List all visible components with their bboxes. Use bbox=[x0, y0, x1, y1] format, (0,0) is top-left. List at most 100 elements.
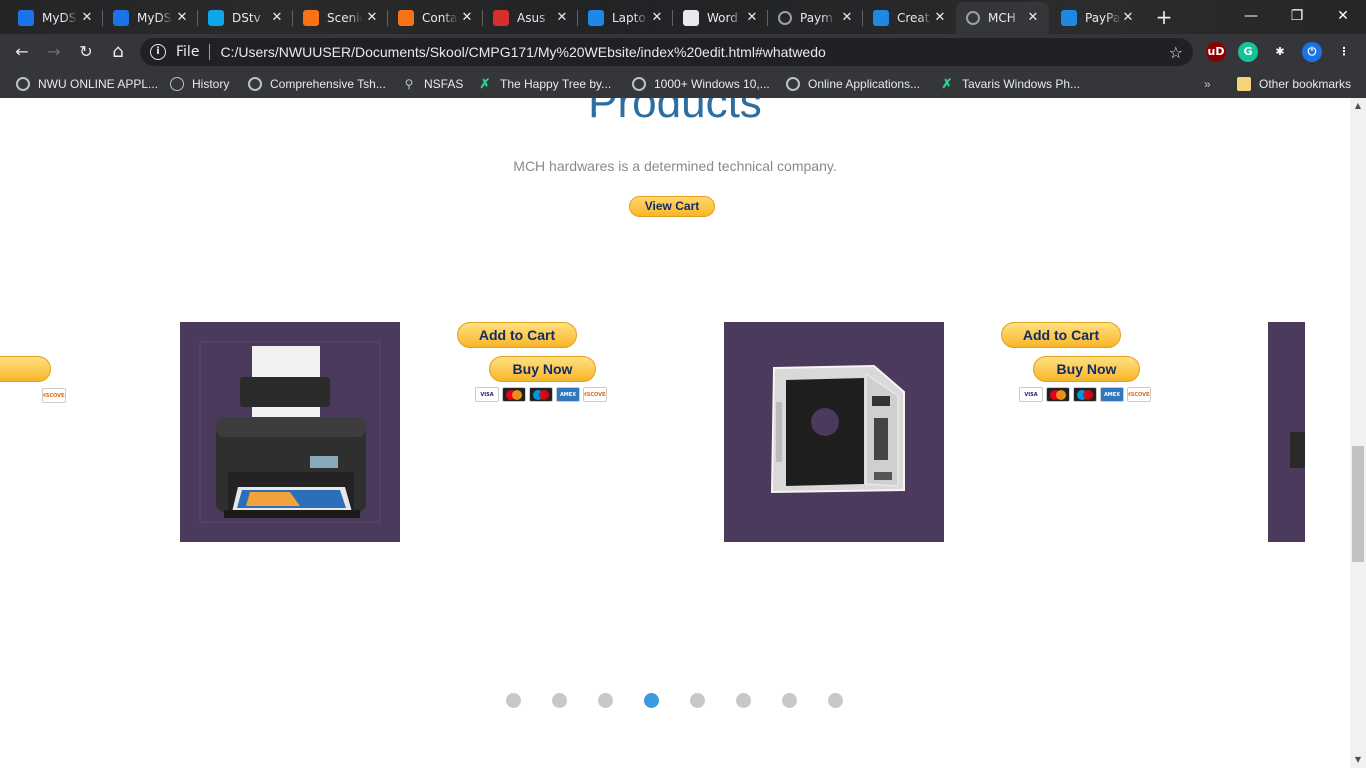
bookmark-item[interactable]: ✗ Tavaris Windows Ph... bbox=[940, 75, 1081, 93]
tab-title: Word bbox=[707, 11, 738, 25]
scroll-up-arrow-icon[interactable]: ▲ bbox=[1350, 98, 1366, 114]
tab-strip: MyDS ✕ MyDS ✕ DStv ✕ Scenic ✕ Conta ✕ Asus ✕ Lapto ✕ W… bbox=[0, 0, 1366, 34]
browser-tab[interactable]: DStv ✕ bbox=[198, 2, 293, 34]
card-logos-partial: DISCOVER bbox=[0, 388, 66, 404]
close-tab-icon[interactable]: ✕ bbox=[269, 10, 285, 26]
carousel-dot[interactable] bbox=[506, 693, 521, 708]
scroll-down-arrow-icon[interactable]: ▼ bbox=[1350, 752, 1366, 768]
browser-tab[interactable]: Creat ✕ bbox=[863, 2, 956, 34]
bookmark-item[interactable]: NWU ONLINE APPL... bbox=[16, 75, 158, 93]
close-tab-icon[interactable]: ✕ bbox=[649, 10, 665, 26]
forward-button[interactable]: → bbox=[42, 40, 66, 64]
browser-tab[interactable]: Asus ✕ bbox=[483, 2, 578, 34]
browser-tab[interactable]: MCH ✕ bbox=[956, 2, 1049, 34]
vertical-scrollbar[interactable]: ▲ ▼ bbox=[1350, 98, 1366, 768]
close-tab-icon[interactable]: ✕ bbox=[839, 10, 855, 26]
maximize-button[interactable]: ❐ bbox=[1274, 0, 1320, 32]
wordpress-icon bbox=[683, 10, 699, 26]
browser-tab[interactable]: Lapto ✕ bbox=[578, 2, 673, 34]
browser-tab[interactable]: PayPa ✕ bbox=[1051, 2, 1144, 34]
t-logo-icon bbox=[398, 10, 414, 26]
close-tab-icon[interactable]: ✕ bbox=[174, 10, 190, 26]
close-window-button[interactable]: ✕ bbox=[1320, 0, 1366, 32]
power-icon[interactable]: ⏻ bbox=[1302, 42, 1322, 62]
carousel-dot-active[interactable] bbox=[644, 693, 659, 708]
flag-icon bbox=[588, 10, 604, 26]
tab-title: MCH bbox=[988, 11, 1016, 25]
ublock-icon[interactable]: uD bbox=[1206, 42, 1226, 62]
carousel-dot[interactable] bbox=[736, 693, 751, 708]
close-tab-icon[interactable]: ✕ bbox=[459, 10, 475, 26]
close-tab-icon[interactable]: ✕ bbox=[364, 10, 380, 26]
bookmark-star-icon[interactable]: ☆ bbox=[1169, 43, 1183, 62]
maestro-card-icon bbox=[529, 387, 553, 402]
visa-card-icon: VISA bbox=[1019, 387, 1043, 402]
bookmark-label: History bbox=[192, 77, 230, 91]
myds-icon bbox=[113, 10, 129, 26]
close-tab-icon[interactable]: ✕ bbox=[744, 10, 760, 26]
bookmark-item[interactable]: Online Applications... bbox=[786, 75, 920, 93]
grammarly-icon[interactable]: G bbox=[1238, 42, 1258, 62]
url-text[interactable]: C:/Users/NWUUSER/Documents/Skool/CMPG171… bbox=[220, 44, 825, 60]
browser-tab[interactable]: Paym ✕ bbox=[768, 2, 863, 34]
myds-icon bbox=[18, 10, 34, 26]
bookmark-item[interactable]: 1000+ Windows 10,... bbox=[632, 75, 770, 93]
product-image-hdd-caddy[interactable] bbox=[724, 322, 944, 542]
maestro-card-icon bbox=[1073, 387, 1097, 402]
other-bookmarks-folder[interactable]: Other bookmarks bbox=[1237, 75, 1351, 93]
close-tab-icon[interactable]: ✕ bbox=[1025, 10, 1041, 26]
carousel-dot[interactable] bbox=[552, 693, 567, 708]
mastercard-icon bbox=[502, 387, 526, 402]
browser-tab[interactable]: Conta ✕ bbox=[388, 2, 483, 34]
site-info-icon[interactable]: i bbox=[150, 44, 166, 60]
bookmarks-overflow-button[interactable]: » bbox=[1204, 75, 1211, 93]
tab-title: Scenic bbox=[327, 11, 363, 25]
buy-now-button[interactable]: Buy Now bbox=[1033, 356, 1140, 382]
m-logo-icon bbox=[493, 10, 509, 26]
product-image-partial[interactable] bbox=[1268, 322, 1305, 542]
carousel-dot[interactable] bbox=[598, 693, 613, 708]
scrollbar-thumb[interactable] bbox=[1352, 446, 1364, 562]
paypal-icon bbox=[1061, 10, 1077, 26]
menu-icon[interactable]: ⋮ bbox=[1334, 42, 1354, 62]
close-tab-icon[interactable]: ✕ bbox=[932, 10, 948, 26]
bookmark-label: Online Applications... bbox=[808, 77, 921, 91]
close-tab-icon[interactable]: ✕ bbox=[79, 10, 95, 26]
address-divider bbox=[209, 44, 211, 60]
product-image-printer[interactable] bbox=[180, 322, 400, 542]
bookmark-item[interactable]: ✗ The Happy Tree by... bbox=[478, 75, 612, 93]
carousel-dot[interactable] bbox=[782, 693, 797, 708]
browser-tab[interactable]: MyDS ✕ bbox=[8, 2, 103, 34]
buy-now-button[interactable]: Buy Now bbox=[489, 356, 596, 382]
folder-icon bbox=[1237, 77, 1251, 91]
browser-tab[interactable]: MyDS ✕ bbox=[103, 2, 198, 34]
close-tab-icon[interactable]: ✕ bbox=[554, 10, 570, 26]
carousel-dot[interactable] bbox=[690, 693, 705, 708]
globe-icon bbox=[778, 11, 792, 25]
minimize-button[interactable]: — bbox=[1228, 0, 1274, 32]
view-cart-button[interactable]: View Cart bbox=[629, 196, 715, 217]
new-tab-button[interactable]: + bbox=[1152, 6, 1176, 30]
carousel-dot[interactable] bbox=[828, 693, 843, 708]
add-to-cart-button[interactable]: Add to Cart bbox=[457, 322, 577, 348]
close-tab-icon[interactable]: ✕ bbox=[1120, 10, 1136, 26]
visa-card-icon: VISA bbox=[475, 387, 499, 402]
bookmark-item[interactable]: Comprehensive Tsh... bbox=[248, 75, 386, 93]
browser-tab[interactable]: Scenic ✕ bbox=[293, 2, 388, 34]
bookmark-item[interactable]: History bbox=[170, 75, 229, 93]
page-title: Products bbox=[588, 98, 762, 127]
tagline: MCH hardwares is a determined technical … bbox=[513, 158, 837, 174]
home-button[interactable]: ⌂ bbox=[106, 40, 130, 64]
bookmark-item[interactable]: ⚲ NSFAS bbox=[402, 75, 464, 93]
address-bar[interactable]: i File C:/Users/NWUUSER/Documents/Skool/… bbox=[140, 38, 1193, 66]
buy-now-button-partial[interactable] bbox=[0, 356, 51, 382]
browser-tab[interactable]: Word ✕ bbox=[673, 2, 768, 34]
discover-card-icon: DISCOVER bbox=[42, 388, 66, 403]
product-partial-image bbox=[1290, 432, 1305, 468]
discover-card-icon: DISCOVER bbox=[1127, 387, 1151, 402]
reload-button[interactable]: ↻ bbox=[74, 40, 98, 64]
add-to-cart-button[interactable]: Add to Cart bbox=[1001, 322, 1121, 348]
browser-toolbar: ← → ↻ ⌂ i File C:/Users/NWUUSER/Document… bbox=[0, 34, 1366, 70]
back-button[interactable]: ← bbox=[10, 40, 34, 64]
extensions-puzzle-icon[interactable]: ✱ bbox=[1270, 42, 1290, 62]
